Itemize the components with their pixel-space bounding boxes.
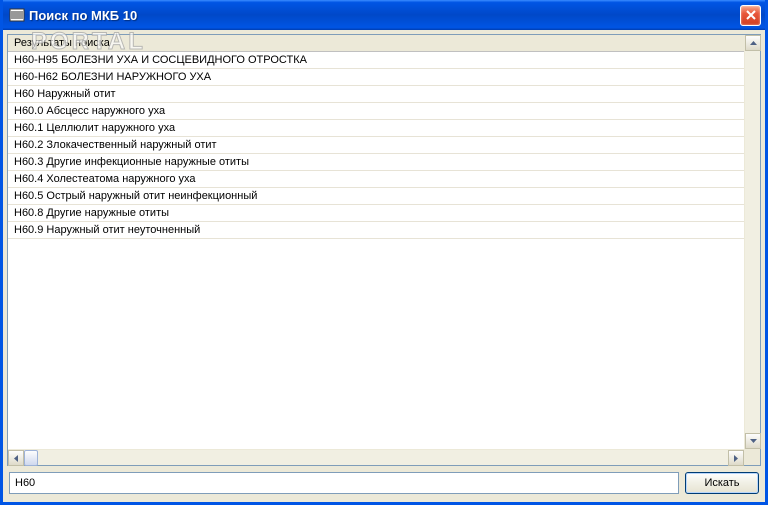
scroll-up-button[interactable]	[745, 35, 761, 51]
list-item[interactable]: H60-H95 БОЛЕЗНИ УХА И СОСЦЕВИДНОГО ОТРОС…	[8, 52, 744, 69]
list-item[interactable]: H60.0 Абсцесс наружного уха	[8, 103, 744, 120]
search-button[interactable]: Искать	[685, 472, 759, 494]
close-button[interactable]	[740, 5, 761, 26]
app-icon	[9, 7, 25, 23]
scroll-left-button[interactable]	[8, 450, 24, 466]
results-listview[interactable]: Результаты поиска H60-H95 БОЛЕЗНИ УХА И …	[7, 34, 761, 466]
list-item[interactable]: H60.3 Другие инфекционные наружные отиты	[8, 154, 744, 171]
titlebar[interactable]: Поиск по МКБ 10	[3, 0, 765, 30]
scroll-right-button[interactable]	[728, 450, 744, 466]
window-title: Поиск по МКБ 10	[29, 8, 740, 23]
list-item[interactable]: H60-H62 БОЛЕЗНИ НАРУЖНОГО УХА	[8, 69, 744, 86]
list-item[interactable]: H60.5 Острый наружный отит неинфекционны…	[8, 188, 744, 205]
list-item[interactable]: H60.8 Другие наружные отиты	[8, 205, 744, 222]
list-item[interactable]: H60.1 Целлюлит наружного уха	[8, 120, 744, 137]
client-area: Результаты поиска H60-H95 БОЛЕЗНИ УХА И …	[3, 30, 765, 502]
list-item[interactable]: H60.4 Холестеатома наружного уха	[8, 171, 744, 188]
scroll-corner	[744, 449, 760, 465]
search-input[interactable]	[9, 472, 679, 494]
horizontal-scrollbar[interactable]	[8, 449, 744, 465]
search-bar: Искать	[7, 472, 761, 496]
vertical-scrollbar[interactable]	[744, 35, 760, 449]
list-item[interactable]: H60.2 Злокачественный наружный отит	[8, 137, 744, 154]
window-frame: Поиск по МКБ 10 PORTAL Результаты поиска…	[0, 0, 768, 505]
list-item[interactable]: H60 Наружный отит	[8, 86, 744, 103]
results-column-header[interactable]: Результаты поиска	[8, 35, 760, 52]
list-item[interactable]: H60.9 Наружный отит неуточненный	[8, 222, 744, 239]
scroll-thumb[interactable]	[24, 450, 38, 466]
scroll-down-button[interactable]	[745, 433, 761, 449]
results-body[interactable]: H60-H95 БОЛЕЗНИ УХА И СОСЦЕВИДНОГО ОТРОС…	[8, 52, 744, 449]
